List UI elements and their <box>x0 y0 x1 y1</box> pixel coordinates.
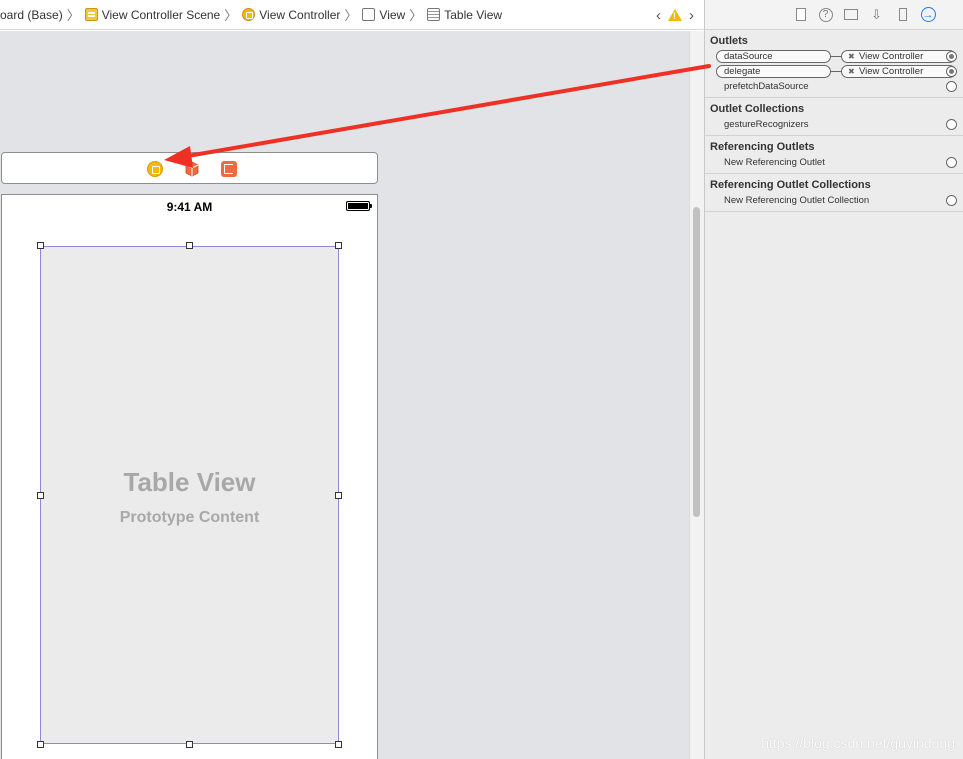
first-responder-icon[interactable] <box>184 161 200 177</box>
table-view-subtitle: Prototype Content <box>119 509 260 526</box>
section-title: Outlets <box>710 35 748 47</box>
exit-icon[interactable] <box>221 161 237 177</box>
connection-circle-icon[interactable] <box>946 81 957 92</box>
section-title: Referencing Outlet Collections <box>710 179 871 191</box>
size-inspector-tab[interactable] <box>895 7 911 23</box>
status-bar-time: 9:41 AM <box>166 200 213 214</box>
disconnect-icon[interactable]: ✖ <box>848 51 855 62</box>
section-title: Referencing Outlets <box>710 141 815 153</box>
chevron-right-icon: 〉 <box>344 8 358 23</box>
identity-inspector-tab[interactable] <box>843 7 859 23</box>
outlet-target[interactable]: ✖ View Controller <box>841 50 956 63</box>
view-controller-icon <box>242 8 256 21</box>
table-view-icon <box>427 8 441 21</box>
outlet-row-prefetch[interactable]: prefetchDataSource <box>705 79 963 94</box>
file-icon <box>795 8 806 21</box>
breadcrumb-item-view-controller[interactable]: View Controller <box>242 8 340 22</box>
resize-handle[interactable] <box>335 741 342 748</box>
breadcrumb-item-scene[interactable]: View Controller Scene <box>84 7 221 22</box>
breadcrumb: oard (Base) 〉 View Controller Scene 〉 Vi… <box>0 5 502 24</box>
scene-dock <box>1 152 378 184</box>
identity-icon <box>843 9 858 20</box>
outlet-collections-section: Outlet Collections gestureRecognizers <box>705 98 963 136</box>
chevron-right-icon: 〉 <box>224 8 238 23</box>
referencing-outlet-row[interactable]: New Referencing Outlet <box>705 155 963 170</box>
resize-handle[interactable] <box>37 242 44 249</box>
connections-inspector-tab[interactable]: → <box>920 7 936 22</box>
connection-circle-icon[interactable] <box>946 119 957 130</box>
chevron-right-icon[interactable]: › <box>689 7 694 24</box>
resize-handle[interactable] <box>186 242 193 249</box>
scrollbar-thumb[interactable] <box>693 207 700 517</box>
inspector-tabs: ? ⇩ → <box>705 0 963 30</box>
chevron-right-icon: 〉 <box>66 8 80 23</box>
breadcrumb-label: View Controller Scene <box>101 7 221 22</box>
outlet-row-datasource[interactable]: dataSource ✖ View Controller <box>705 49 963 64</box>
outlets-section: Outlets dataSource ✖ View Controller dele… <box>705 30 963 98</box>
warning-icon[interactable]: ! <box>668 9 682 21</box>
outlet-name: dataSource <box>716 50 831 63</box>
outlet-collection-row[interactable]: gestureRecognizers <box>705 117 963 132</box>
connection-circle-icon[interactable] <box>946 195 957 206</box>
scene-icon <box>84 8 98 21</box>
issue-navigation: ‹ ! › <box>656 0 694 29</box>
section-title: Outlet Collections <box>710 103 805 115</box>
connection-circle-icon[interactable] <box>946 66 957 77</box>
device-frame: 9:41 AM Table View Prototype Content <box>1 194 378 759</box>
breadcrumb-label: Table View <box>444 7 503 22</box>
ruler-icon <box>898 8 907 21</box>
chevron-right-icon: 〉 <box>409 8 423 23</box>
file-inspector-tab[interactable] <box>793 7 809 23</box>
connection-circle-icon[interactable] <box>946 157 957 168</box>
connection-circle-icon[interactable] <box>946 51 957 62</box>
outlet-target-label: View Controller <box>859 66 924 77</box>
connections-inspector: ? ⇩ → Outlets dataSource ✖ View Controlle… <box>704 0 963 759</box>
referencing-outlet-collections-section: Referencing Outlet Collections New Refer… <box>705 174 963 212</box>
outlet-target-label: View Controller <box>859 51 924 62</box>
referencing-outlet-name: New Referencing Outlet <box>724 157 825 168</box>
outlet-collection-name: gestureRecognizers <box>724 119 809 130</box>
breadcrumb-item-view[interactable]: View <box>362 8 405 22</box>
breadcrumb-label: View <box>379 7 406 22</box>
outlet-row-delegate[interactable]: delegate ✖ View Controller <box>705 64 963 79</box>
table-view[interactable]: Table View Prototype Content <box>40 246 339 744</box>
battery-icon <box>346 201 372 211</box>
breadcrumb-item-storyboard[interactable]: oard (Base) <box>0 8 63 22</box>
view-icon <box>362 8 376 21</box>
jump-bar: oard (Base) 〉 View Controller Scene 〉 Vi… <box>0 0 704 30</box>
storyboard-canvas[interactable]: 9:41 AM Table View Prototype Content <box>0 31 704 759</box>
disconnect-icon[interactable]: ✖ <box>848 66 855 77</box>
outlet-name: prefetchDataSource <box>724 81 809 92</box>
table-view-title: Table View <box>123 467 256 497</box>
attributes-inspector-tab[interactable]: ⇩ <box>869 7 885 23</box>
resize-handle[interactable] <box>186 741 193 748</box>
referencing-outlet-collection-row[interactable]: New Referencing Outlet Collection <box>705 193 963 208</box>
resize-handle[interactable] <box>37 741 44 748</box>
referencing-outlet-collection-name: New Referencing Outlet Collection <box>724 195 870 206</box>
outlet-target[interactable]: ✖ View Controller <box>841 65 956 78</box>
breadcrumb-label: oard (Base) <box>0 7 63 22</box>
breadcrumb-item-table-view[interactable]: Table View <box>427 8 502 22</box>
resize-handle[interactable] <box>37 492 44 499</box>
resize-handle[interactable] <box>335 242 342 249</box>
chevron-left-icon[interactable]: ‹ <box>656 7 661 24</box>
watermark: https://blog.csdn.net/guyindong <box>761 735 955 751</box>
resize-handle[interactable] <box>335 492 342 499</box>
quick-help-tab[interactable]: ? <box>818 7 833 22</box>
outlet-name: delegate <box>716 65 831 78</box>
view-controller-icon[interactable] <box>147 161 163 177</box>
breadcrumb-label: View Controller <box>259 7 341 22</box>
referencing-outlets-section: Referencing Outlets New Referencing Outl… <box>705 136 963 174</box>
